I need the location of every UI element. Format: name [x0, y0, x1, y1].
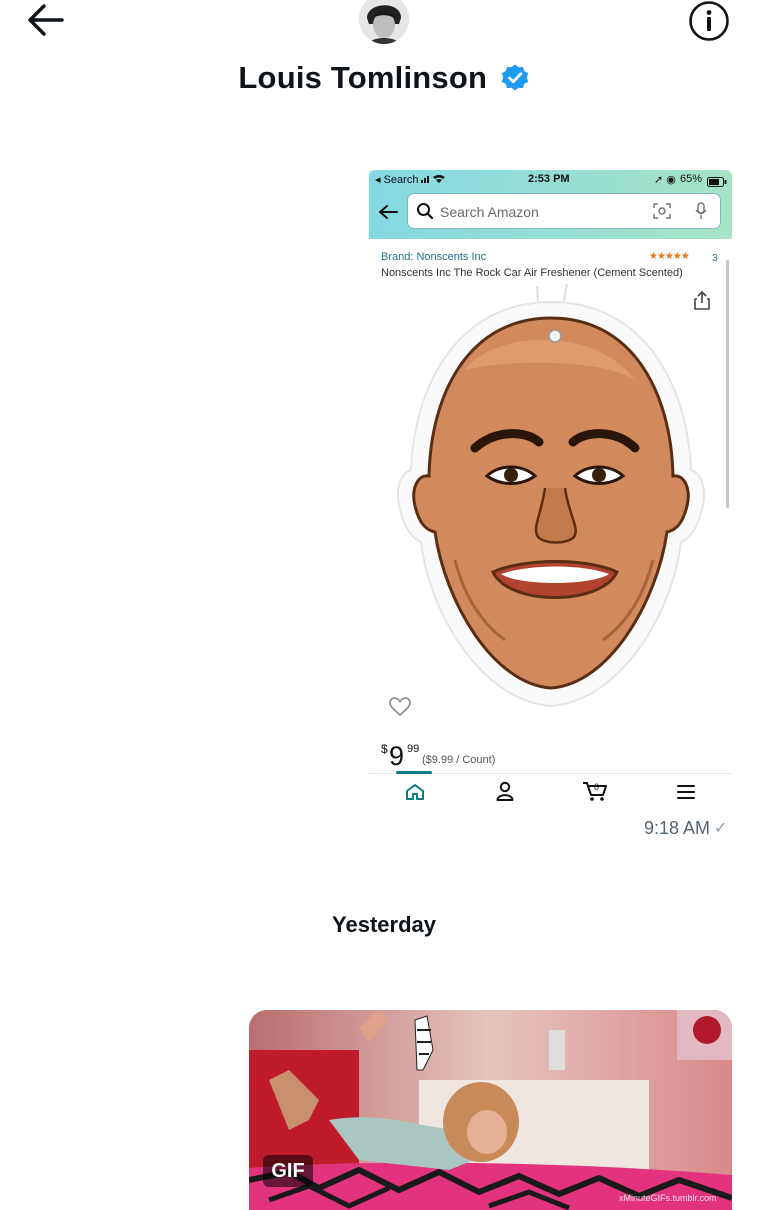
menu-icon: [676, 784, 696, 805]
brand-link: Brand: Nonscents Inc: [381, 251, 487, 263]
gif-watermark: xMinuteGIFs.tumblr.com: [619, 1193, 717, 1203]
avatar[interactable]: [359, 0, 409, 44]
location-icon: ➚ ◉: [654, 174, 676, 186]
message-gif[interactable]: GIF xMinuteGIFs.tumblr.com: [249, 1010, 732, 1210]
info-icon: [689, 1, 729, 41]
price-per-unit: ($9.99 / Count): [422, 754, 496, 766]
sent-check-icon: ✓: [714, 820, 728, 837]
back-button[interactable]: [26, 2, 66, 38]
camera-scan-icon: [653, 203, 671, 224]
gif-badge: GIF: [263, 1155, 313, 1187]
rating-stars: ★★★★★: [649, 251, 690, 262]
product-title: Nonscents Inc The Rock Car Air Freshener…: [381, 267, 683, 279]
svg-text:0: 0: [594, 782, 599, 792]
message-timestamp: 9:18 AM: [643, 818, 710, 838]
scrollbar: [726, 260, 729, 508]
amazon-back-icon: [378, 204, 398, 225]
day-divider: Yesterday: [332, 912, 436, 937]
battery-icon: [707, 174, 727, 192]
home-icon: [405, 783, 425, 806]
active-tab-indicator: [396, 771, 432, 774]
message-image[interactable]: ◂ Search 2:53 PM ➚ ◉ 65% Search Amazon B…: [369, 170, 732, 812]
status-time: 2:53 PM: [528, 173, 570, 185]
microphone-icon: [695, 202, 707, 225]
cart-icon: 0: [582, 779, 608, 808]
status-back-label: ◂ Search: [375, 174, 419, 186]
gif-frame: [249, 1010, 732, 1210]
conversation-header: Louis Tomlinson: [0, 60, 768, 96]
search-icon: [416, 202, 434, 225]
info-button[interactable]: [688, 0, 730, 42]
verified-badge-icon: [501, 64, 528, 91]
contact-name[interactable]: Louis Tomlinson: [238, 60, 487, 95]
price-whole: 9: [389, 741, 405, 771]
amazon-search-bar: Search Amazon: [408, 194, 720, 228]
arrow-left-icon: [28, 4, 64, 36]
price-currency: $: [381, 742, 388, 756]
account-icon: [496, 781, 514, 806]
signal-icon: [421, 174, 449, 187]
wishlist-heart-icon: [389, 697, 411, 722]
battery-percent: 65%: [680, 173, 703, 185]
product-image: [397, 283, 705, 708]
rating-count: 3: [712, 253, 718, 264]
price-cents: 99: [407, 743, 420, 755]
search-placeholder: Search Amazon: [440, 204, 539, 220]
